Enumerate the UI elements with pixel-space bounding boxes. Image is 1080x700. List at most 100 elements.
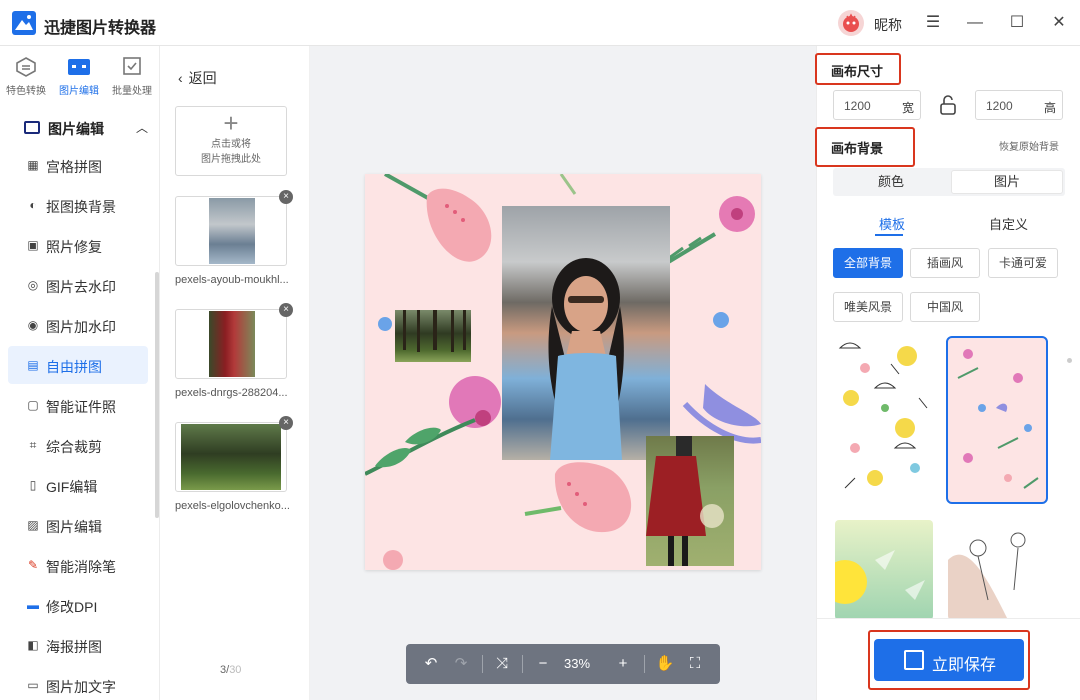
- category-cartoon[interactable]: 卡通可爱: [988, 248, 1058, 278]
- sidebar-item-label: 海报拼图: [46, 639, 102, 655]
- cartoon-pattern-thumbnail: [835, 338, 933, 502]
- height-value: 1200: [986, 99, 1013, 113]
- sidebar-item-id-photo[interactable]: ▢ 智能证件照: [8, 386, 148, 424]
- portrait-illustration: [548, 258, 624, 460]
- active-tab-indicator: [875, 234, 903, 236]
- collage-photo-red-dress[interactable]: [646, 436, 734, 566]
- background-template[interactable]: [835, 338, 933, 502]
- id-photo-icon: ▢: [27, 398, 39, 412]
- collage-photo-portrait[interactable]: [502, 206, 670, 460]
- close-icon[interactable]: ✕: [1048, 12, 1070, 34]
- page-current: 3/: [220, 664, 230, 676]
- category-chinese[interactable]: 中国风: [910, 292, 980, 322]
- gif-icon: ▯: [29, 478, 37, 492]
- background-template-selected[interactable]: [946, 336, 1048, 504]
- tab-template[interactable]: 模板: [879, 214, 905, 233]
- gradient-green-thumbnail: [835, 520, 933, 620]
- sidebar-item-gif-edit[interactable]: ▯ GIF编辑: [8, 466, 148, 504]
- mode-switcher: 特色转换 图片编辑 批量处理: [0, 46, 160, 104]
- image-thumbnail[interactable]: [175, 196, 287, 266]
- image-edit-mode-icon: [68, 59, 90, 75]
- sidebar-item-label: 宫格拼图: [46, 159, 102, 175]
- tab-image[interactable]: 图片: [951, 170, 1063, 194]
- user-name[interactable]: 昵称: [874, 15, 902, 35]
- collage-canvas[interactable]: [365, 174, 761, 570]
- sidebar-item-eraser-pen[interactable]: ✎ 智能消除笔: [8, 546, 148, 584]
- sidebar-item-label: 图片编辑: [46, 519, 102, 535]
- upload-dropzone[interactable]: + 点击或将 图片拖拽此处: [175, 106, 287, 176]
- category-illustration[interactable]: 插画风: [910, 248, 980, 278]
- tab-custom[interactable]: 自定义: [989, 214, 1028, 233]
- sidebar-item-label: 照片修复: [46, 239, 102, 255]
- dpi-icon: ▬: [27, 598, 39, 612]
- width-unit: 宽: [901, 101, 914, 115]
- zoom-in-icon[interactable]: +: [612, 653, 634, 675]
- fit-screen-icon[interactable]: ⛶: [684, 653, 706, 675]
- sidebar-item-add-watermark[interactable]: ◉ 图片加水印: [8, 306, 148, 344]
- avatar[interactable]: [838, 10, 864, 36]
- canvas-background-title: 画布背景: [831, 141, 884, 156]
- restore-background-link[interactable]: 恢复原始背景: [999, 138, 1059, 153]
- toolbar-divider: [482, 655, 483, 673]
- sidebar-item-add-text[interactable]: ▭ 图片加文字: [8, 666, 148, 700]
- category-all[interactable]: 全部背景: [833, 248, 903, 278]
- sidebar-item-grid-collage[interactable]: ▦ 宫格拼图: [8, 146, 148, 184]
- sidebar-item-label: 修改DPI: [46, 599, 98, 615]
- save-button[interactable]: 立即保存: [874, 639, 1024, 681]
- background-template[interactable]: [948, 520, 1046, 620]
- back-button[interactable]: ‹ 返回: [178, 68, 217, 88]
- image-thumbnail[interactable]: [175, 309, 287, 379]
- sidebar-item-crop[interactable]: ⌗ 综合裁剪: [8, 426, 148, 464]
- sidebar-item-dpi[interactable]: ▬ 修改DPI: [8, 586, 148, 624]
- remove-image-icon[interactable]: ×: [279, 416, 293, 430]
- image-thumbnail[interactable]: [175, 422, 287, 492]
- mode-special-convert[interactable]: 特色转换: [0, 56, 52, 97]
- maximize-icon[interactable]: ☐: [1006, 12, 1028, 34]
- sidebar-item-free-collage[interactable]: ▤ 自由拼图: [8, 346, 148, 384]
- sidebar-item-label: 智能消除笔: [46, 559, 116, 575]
- zoom-out-icon[interactable]: −: [532, 653, 554, 675]
- upload-text-line2: 图片拖拽此处: [201, 154, 261, 165]
- canvas-workspace: ↶ ↷ ⤨ − 33% + ✋ ⛶: [310, 46, 816, 700]
- panel-scroll-indicator[interactable]: [1067, 358, 1072, 363]
- page-counter: 3/30: [220, 664, 241, 676]
- crop-icon: ⌗: [29, 438, 37, 452]
- minimize-icon[interactable]: —: [964, 12, 986, 34]
- menu-icon[interactable]: ☰: [922, 12, 944, 34]
- shuffle-icon[interactable]: ⤨: [491, 653, 513, 675]
- sidebar-item-image-edit[interactable]: ▨ 图片编辑: [8, 506, 148, 544]
- remove-image-icon[interactable]: ×: [279, 303, 293, 317]
- nav-section-label: 图片编辑: [48, 121, 104, 137]
- collage-photo-forest[interactable]: [395, 310, 471, 362]
- sidebar-item-remove-watermark[interactable]: ◎ 图片去水印: [8, 266, 148, 304]
- sidebar-item-cutout[interactable]: ◐ 抠图换背景: [8, 186, 148, 224]
- tab-color[interactable]: 颜色: [833, 168, 949, 196]
- sidebar-item-photo-repair[interactable]: ▣ 照片修复: [8, 226, 148, 264]
- canvas-width-field[interactable]: 1200 宽: [833, 90, 921, 120]
- hand-pan-icon[interactable]: ✋: [654, 653, 676, 675]
- image-file-name: pexels-dnrgs-288204...: [175, 387, 288, 399]
- download-icon: [904, 650, 924, 670]
- eraser-pen-icon: ✎: [27, 558, 39, 572]
- unlock-icon[interactable]: [939, 94, 957, 116]
- canvas-height-field[interactable]: 1200 高: [975, 90, 1063, 120]
- back-label: 返回: [188, 70, 217, 86]
- remove-image-icon[interactable]: ×: [279, 190, 293, 204]
- upload-text-line1: 点击或将: [211, 139, 251, 150]
- mode-label: 特色转换: [6, 86, 46, 97]
- mode-image-edit[interactable]: 图片编辑: [53, 56, 105, 97]
- background-template[interactable]: [835, 520, 933, 620]
- sidebar-item-poster[interactable]: ◧ 海报拼图: [8, 626, 148, 664]
- image-edit-section-icon: [24, 121, 40, 134]
- save-button-label: 立即保存: [932, 657, 997, 674]
- nav-section-image-edit[interactable]: 图片编辑 ︿: [24, 118, 152, 140]
- sidebar-scrollbar[interactable]: [155, 272, 159, 518]
- undo-icon[interactable]: ↶: [420, 653, 442, 675]
- left-navigation: 特色转换 图片编辑 批量处理 图片编辑 ︿ ▦ 宫格拼图 ◐ 抠图换背景 ▣ 照…: [0, 46, 160, 700]
- image-list-panel: ‹ 返回 + 点击或将 图片拖拽此处 × pexels-ayoub-moukhl.…: [160, 46, 310, 700]
- category-scenery[interactable]: 唯美风景: [833, 292, 903, 322]
- toolbar-divider: [522, 655, 523, 673]
- page-total: 30: [229, 664, 242, 676]
- mode-batch[interactable]: 批量处理: [106, 56, 158, 97]
- redo-icon[interactable]: ↷: [450, 653, 472, 675]
